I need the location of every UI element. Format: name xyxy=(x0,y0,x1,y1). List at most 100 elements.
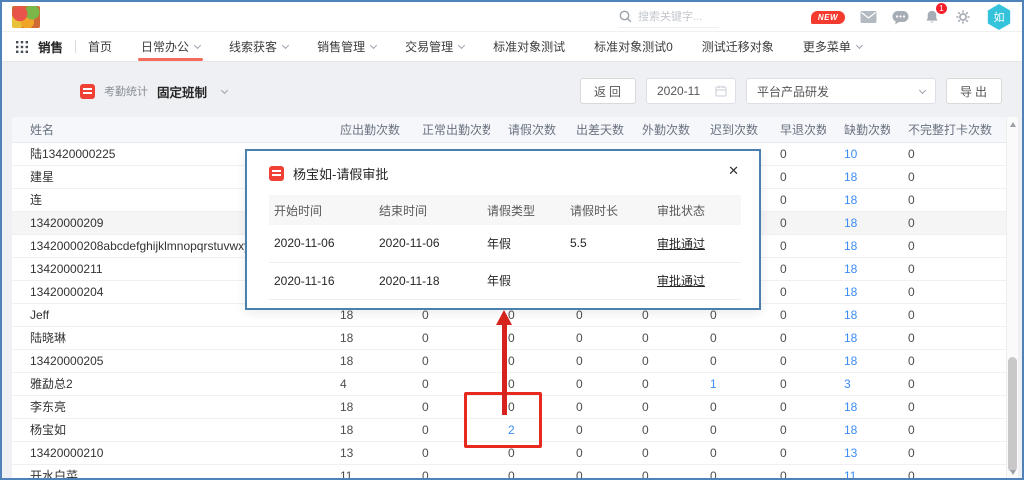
approval-status-link[interactable]: 审批通过 xyxy=(657,237,705,251)
leave-record-cell: 2020-11-06 xyxy=(374,225,482,262)
value-cell: 0 xyxy=(890,372,1006,395)
value-cell: 0 xyxy=(490,349,558,372)
month-value: 2020-11 xyxy=(657,84,700,98)
value-cell: 0 xyxy=(762,211,826,234)
toolbar: 考勤统计 固定班制 返回 2020-11 平台产品研发 导出 xyxy=(2,77,1022,105)
app-grid-icon[interactable] xyxy=(16,41,28,53)
chevron-down-icon xyxy=(919,86,926,93)
modal-column-header: 请假类型 xyxy=(482,195,565,225)
leave-record-cell: 2020-11-16 xyxy=(269,262,374,299)
notifications-bell-icon[interactable]: 1 xyxy=(924,9,940,25)
team-select[interactable]: 平台产品研发 xyxy=(746,78,936,104)
nav-item-测试迁移对象[interactable]: 测试迁移对象 xyxy=(702,32,774,61)
nav-item-label: 测试迁移对象 xyxy=(702,38,774,55)
count-link[interactable]: 10 xyxy=(844,147,857,161)
export-button[interactable]: 导出 xyxy=(946,78,1002,104)
chat-icon[interactable] xyxy=(892,10,909,25)
nav-item-线索获客[interactable]: 线索获客 xyxy=(229,32,288,61)
value-cell: 0 xyxy=(762,418,826,441)
value-cell: 0 xyxy=(404,464,490,480)
leave-record-cell: 5.5 xyxy=(565,225,652,262)
new-badge[interactable]: NEW xyxy=(811,11,845,24)
employee-name-cell: 杨宝如 xyxy=(12,418,322,441)
value-cell: 0 xyxy=(692,441,762,464)
nav-item-更多菜单[interactable]: 更多菜单 xyxy=(803,32,862,61)
value-cell: 0 xyxy=(558,441,624,464)
nav-item-销售管理[interactable]: 销售管理 xyxy=(317,32,376,61)
value-cell: 0 xyxy=(624,326,692,349)
column-header: 请假次数 xyxy=(490,117,558,142)
nav-item-标准对象测试0[interactable]: 标准对象测试0 xyxy=(594,32,673,61)
count-link[interactable]: 18 xyxy=(844,239,857,253)
value-cell: 0 xyxy=(762,234,826,257)
count-link[interactable]: 18 xyxy=(844,354,857,368)
inbox-icon[interactable] xyxy=(860,10,877,24)
value-cell: 0 xyxy=(404,395,490,418)
app-name-label[interactable]: 销售 xyxy=(38,37,63,56)
value-cell: 18 xyxy=(826,418,890,441)
count-link[interactable]: 18 xyxy=(844,423,857,437)
count-link[interactable]: 18 xyxy=(844,285,857,299)
nav-item-label: 交易管理 xyxy=(405,38,453,55)
count-link[interactable]: 18 xyxy=(844,262,857,276)
table-row: 1342000021013000000130 xyxy=(12,441,1006,464)
scrollbar-up-arrow[interactable] xyxy=(1010,122,1016,127)
column-header: 正常出勤次数 xyxy=(404,117,490,142)
value-cell: 10 xyxy=(826,142,890,165)
count-link[interactable]: 18 xyxy=(844,170,857,184)
value-cell: 0 xyxy=(762,349,826,372)
chevron-down-icon[interactable] xyxy=(221,86,228,93)
value-cell: 0 xyxy=(490,441,558,464)
count-link[interactable]: 18 xyxy=(844,216,857,230)
nav-item-首页[interactable]: 首页 xyxy=(88,32,112,61)
vertical-scrollbar[interactable] xyxy=(1006,117,1018,480)
settings-gear-icon[interactable] xyxy=(955,9,971,25)
user-avatar[interactable]: 如 xyxy=(986,4,1012,30)
value-cell: 0 xyxy=(890,142,1006,165)
leave-record-cell: 2020-11-18 xyxy=(374,262,482,299)
search-box[interactable]: 搜索关键字... xyxy=(619,8,719,28)
month-picker[interactable]: 2020-11 xyxy=(646,78,736,104)
count-link[interactable]: 18 xyxy=(844,331,857,345)
value-cell: 0 xyxy=(404,441,490,464)
app-logo[interactable] xyxy=(12,6,40,28)
shift-type-selector[interactable]: 固定班制 xyxy=(157,82,207,101)
count-link[interactable]: 3 xyxy=(844,377,851,391)
count-link[interactable]: 1 xyxy=(710,377,717,391)
approval-status-link[interactable]: 审批通过 xyxy=(657,274,705,288)
value-cell: 0 xyxy=(490,326,558,349)
count-link[interactable]: 18 xyxy=(844,308,857,322)
value-cell: 0 xyxy=(404,326,490,349)
scrollbar-thumb[interactable] xyxy=(1008,357,1017,472)
scrollbar-down-arrow[interactable] xyxy=(1010,470,1016,475)
chevron-down-icon xyxy=(856,42,863,49)
nav-item-日常办公[interactable]: 日常办公 xyxy=(141,32,200,61)
value-cell: 0 xyxy=(762,326,826,349)
count-link[interactable]: 11 xyxy=(844,469,856,480)
leave-record-cell: 年假 xyxy=(482,225,565,262)
back-button[interactable]: 返回 xyxy=(580,78,636,104)
nav-item-label: 销售管理 xyxy=(317,38,365,55)
count-link[interactable]: 2 xyxy=(508,423,515,437)
value-cell: 18 xyxy=(322,418,404,441)
value-cell: 0 xyxy=(762,188,826,211)
value-cell: 0 xyxy=(762,280,826,303)
value-cell: 0 xyxy=(624,372,692,395)
column-header: 迟到次数 xyxy=(692,117,762,142)
table-row: 陆晓琳18000000180 xyxy=(12,326,1006,349)
nav-item-标准对象测试[interactable]: 标准对象测试 xyxy=(493,32,565,61)
count-link[interactable]: 18 xyxy=(844,400,857,414)
count-link[interactable]: 18 xyxy=(844,193,857,207)
value-cell: 0 xyxy=(558,372,624,395)
value-cell: 18 xyxy=(322,326,404,349)
value-cell: 0 xyxy=(762,372,826,395)
count-link[interactable]: 13 xyxy=(844,446,857,460)
close-icon[interactable]: ✕ xyxy=(728,163,739,179)
value-cell: 0 xyxy=(624,441,692,464)
value-cell: 18 xyxy=(826,395,890,418)
topbar-icons: NEW 1 xyxy=(811,2,1012,32)
value-cell: 0 xyxy=(890,211,1006,234)
nav-item-交易管理[interactable]: 交易管理 xyxy=(405,32,464,61)
module-label: 考勤统计 xyxy=(104,83,148,99)
value-cell: 0 xyxy=(558,464,624,480)
